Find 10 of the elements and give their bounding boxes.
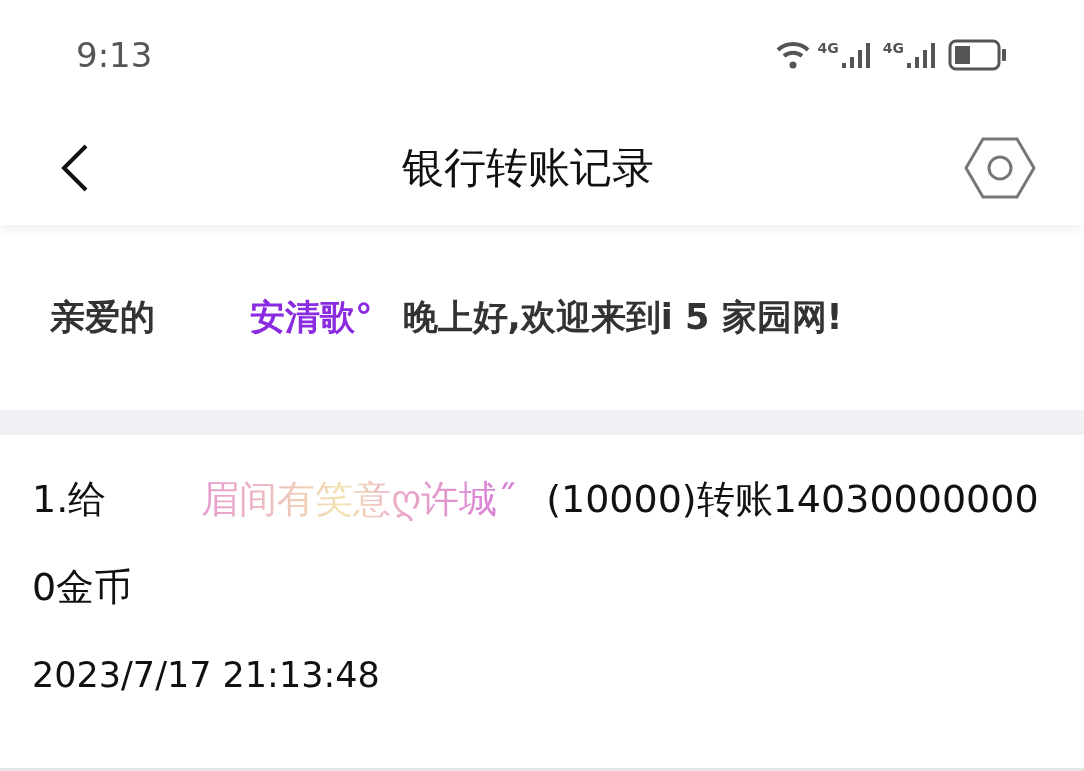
transfer-time: 2023/7/17 21:13:48 [32,654,381,697]
greeting-text: 亲爱的 安清歌° 晚上好,欢迎来到i 5 家园网! [50,296,843,340]
wifi-icon [775,40,810,70]
network-label: 4G [882,41,904,55]
battery-icon [948,39,1008,71]
settings-button[interactable] [964,135,1036,200]
network-label: 4G [817,41,839,55]
transfer-record-text: 1.给 眉间有笑意ღ许城˝ (10000)转账140300000000金币 [32,476,1040,611]
status-time: 9:13 [76,33,153,77]
page-title: 银行转账记录 [402,142,654,194]
